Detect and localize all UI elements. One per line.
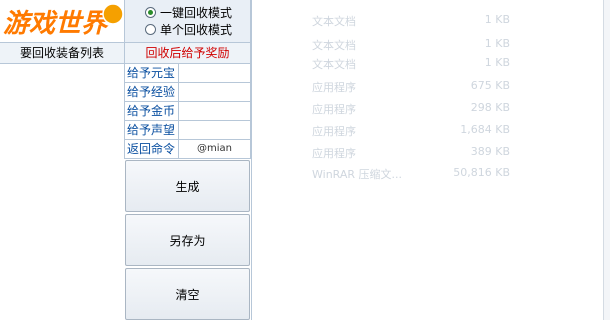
save-as-button[interactable]: 另存为 bbox=[125, 214, 250, 266]
reward-gold-input[interactable] bbox=[179, 102, 250, 120]
mode-option-label: 单个回收模式 bbox=[160, 23, 233, 37]
radio-unchecked-icon[interactable] bbox=[145, 24, 156, 35]
logo-badge-icon bbox=[102, 3, 124, 25]
vertical-scrollbar[interactable] bbox=[603, 0, 610, 320]
mode-option-one-click[interactable]: 一键回收模式 bbox=[145, 4, 250, 21]
reward-row-prestige: 给予声望 bbox=[125, 121, 250, 140]
radio-checked-icon[interactable] bbox=[145, 7, 156, 18]
reward-grid: 给予元宝 给予经验 给予金币 给予声望 返回命令 @mian bbox=[124, 64, 251, 159]
reward-label: 给予元宝 bbox=[125, 64, 179, 82]
reward-row-gold: 给予金币 bbox=[125, 102, 250, 121]
recycle-equipment-list[interactable] bbox=[0, 64, 124, 320]
logo-text: 游戏世界 bbox=[3, 9, 109, 39]
reward-row-return-command: 返回命令 @mian bbox=[125, 140, 250, 159]
game-world-logo: 游戏世界 bbox=[0, 0, 124, 40]
logo-graphic: 游戏世界 bbox=[2, 3, 124, 40]
recycle-mode-group: 一键回收模式 单个回收模式 bbox=[124, 0, 251, 42]
reward-prestige-input[interactable] bbox=[179, 121, 250, 139]
mode-option-single[interactable]: 单个回收模式 bbox=[145, 21, 250, 38]
recycle-list-header: 要回收装备列表 bbox=[0, 42, 124, 64]
reward-exp-input[interactable] bbox=[179, 83, 250, 101]
reward-label: 给予金币 bbox=[125, 102, 179, 120]
reward-row-ingot: 给予元宝 bbox=[125, 64, 250, 83]
reward-header: 回收后给予奖励 bbox=[124, 42, 251, 64]
reward-row-exp: 给予经验 bbox=[125, 83, 250, 102]
clear-button[interactable]: 清空 bbox=[125, 268, 250, 320]
reward-ingot-input[interactable] bbox=[179, 64, 250, 82]
output-text-area[interactable] bbox=[251, 0, 603, 320]
reward-label: 给予经验 bbox=[125, 83, 179, 101]
reward-label: 给予声望 bbox=[125, 121, 179, 139]
generate-button[interactable]: 生成 bbox=[125, 160, 250, 212]
reward-label: 返回命令 bbox=[125, 140, 179, 158]
return-command-input[interactable]: @mian bbox=[179, 140, 250, 158]
mode-option-label: 一键回收模式 bbox=[160, 6, 233, 20]
